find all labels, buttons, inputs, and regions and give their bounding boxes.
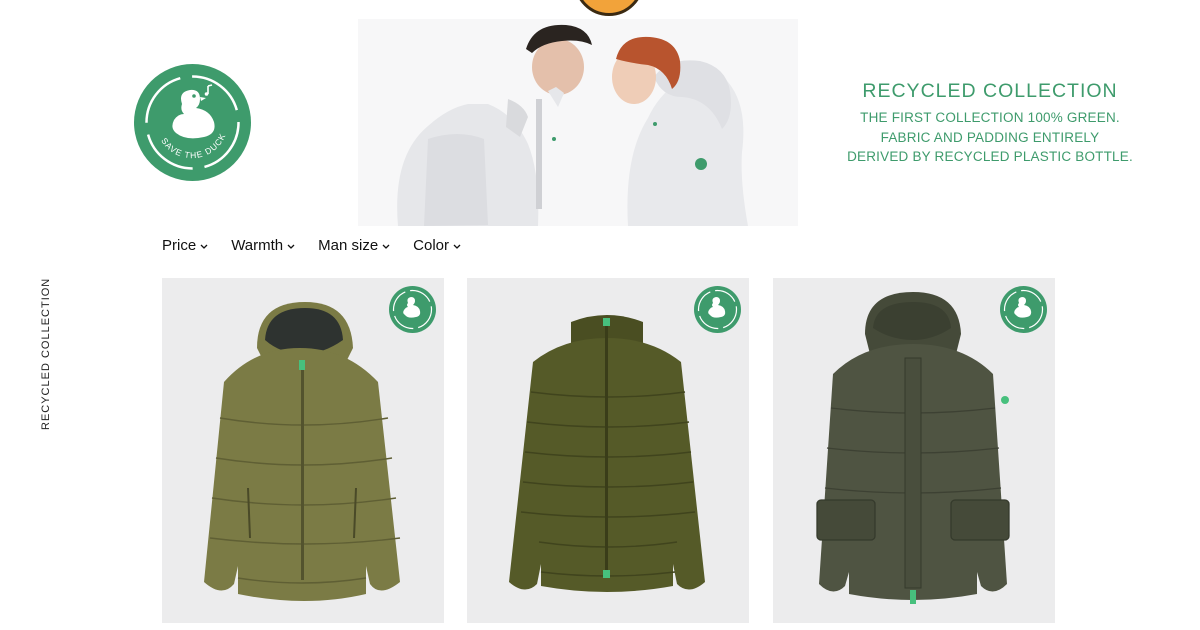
filter-warmth[interactable]: Warmth: [231, 237, 296, 254]
filter-label: Warmth: [231, 237, 284, 254]
brand-badge: [1000, 286, 1047, 333]
chevron-down-icon: [382, 244, 390, 249]
filter-bar: Price Warmth Man size Color: [162, 237, 462, 254]
chevron-down-icon: [287, 244, 295, 249]
promo-line: THE FIRST COLLECTION 100% GREEN.: [860, 110, 1120, 125]
chevron-down-icon: [453, 244, 461, 249]
filter-label: Color: [413, 237, 450, 254]
duck-logo-icon: [1003, 289, 1044, 330]
promo-text: RECYCLED COLLECTION THE FIRST COLLECTION…: [842, 80, 1138, 167]
promo-title: RECYCLED COLLECTION: [862, 80, 1118, 102]
side-collection-label[interactable]: RECYCLED COLLECTION: [40, 278, 52, 430]
product-card[interactable]: [773, 278, 1055, 623]
duck-logo-icon: [697, 289, 738, 330]
filter-color[interactable]: Color: [413, 237, 462, 254]
product-card[interactable]: [467, 278, 749, 623]
brand-badge: [694, 286, 741, 333]
product-card[interactable]: [162, 278, 444, 623]
duck-logo-icon: SAVE THE DUCK: [145, 75, 240, 170]
filter-man-size[interactable]: Man size: [318, 237, 391, 254]
filter-price[interactable]: Price: [162, 237, 209, 254]
brand-badge: [389, 286, 436, 333]
brand-logo[interactable]: SAVE THE DUCK: [134, 64, 251, 181]
filter-label: Price: [162, 237, 197, 254]
promo-line: FABRIC AND PADDING ENTIRELY: [880, 129, 1100, 145]
filter-label: Man size: [318, 237, 379, 254]
promo-line: DERIVED BY RECYCLED PLASTIC BOTTLE.: [847, 149, 1133, 164]
hero-image: [358, 19, 798, 226]
chevron-down-icon: [200, 244, 208, 249]
top-badge: [574, 0, 644, 16]
duck-logo-icon: [392, 289, 433, 330]
